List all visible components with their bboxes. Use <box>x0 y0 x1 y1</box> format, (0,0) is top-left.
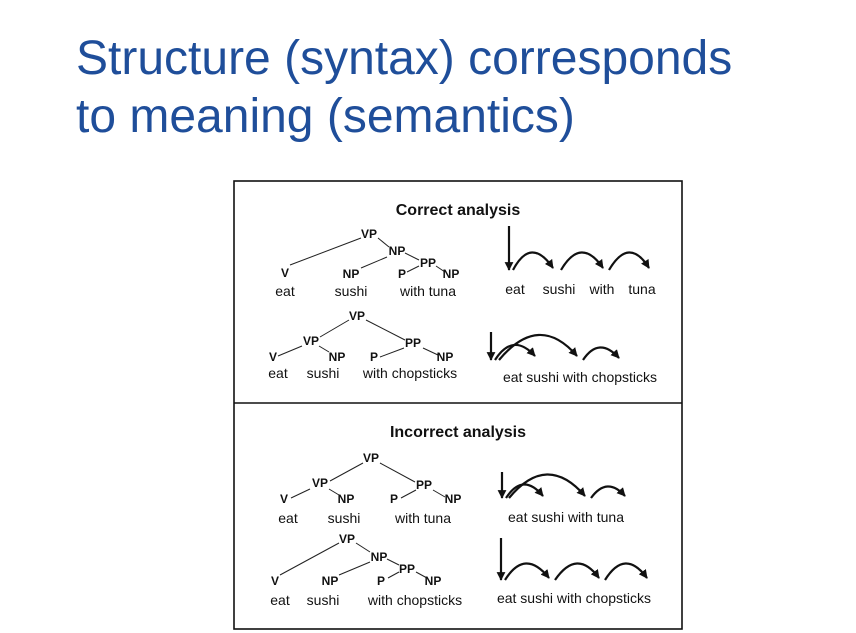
tree-word: sushi <box>328 510 361 526</box>
tree-node-label: PP <box>420 256 436 270</box>
tree-node-label: VP <box>361 227 377 241</box>
correct-analysis-heading: Correct analysis <box>396 202 521 219</box>
tree-node-label: P <box>390 492 398 506</box>
dependency-sentence: eat sushi with chopsticks <box>503 369 657 385</box>
tree-node-label: VP <box>349 309 365 323</box>
tree-node-label: V <box>269 350 277 364</box>
incorrect-analysis-heading: Incorrect analysis <box>390 424 526 441</box>
tree-node-label: VP <box>339 532 355 546</box>
tree-node-label: V <box>271 574 279 588</box>
tree-word: eat <box>270 592 290 608</box>
tree-node-label: V <box>281 266 289 280</box>
tree-node-label: NP <box>437 350 454 364</box>
tree-word: with chopsticks <box>362 365 457 381</box>
tree-node-label: NP <box>329 350 346 364</box>
tree-node-label: NP <box>425 574 442 588</box>
tree-node-label: P <box>370 350 378 364</box>
tree-word: with tuna <box>399 283 456 299</box>
tree-word: sushi <box>307 365 340 381</box>
tree-word: with chopsticks <box>367 592 462 608</box>
tree-node-label: PP <box>416 478 432 492</box>
tree-node-label: P <box>398 267 406 281</box>
tree-node-label: PP <box>405 336 421 350</box>
tree-node-label: VP <box>303 334 319 348</box>
parse-figure: Correct analysis Incorrect analysis VP N… <box>233 180 683 630</box>
tree-node-label: NP <box>389 244 406 258</box>
tree-word: sushi <box>307 592 340 608</box>
tree-word: eat <box>278 510 298 526</box>
dependency-word: eat <box>505 281 525 297</box>
tree-word: eat <box>275 283 295 299</box>
slide-title: Structure (syntax) corresponds to meanin… <box>76 30 836 146</box>
tree-word: with tuna <box>394 510 451 526</box>
tree-node-label: NP <box>338 492 355 506</box>
tree-node-label: VP <box>312 476 328 490</box>
slide-title-line-2: to meaning (semantics) <box>76 90 575 143</box>
tree-node-label: NP <box>322 574 339 588</box>
tree-word: eat <box>268 365 288 381</box>
dependency-sentence: eat sushi with chopsticks <box>497 590 651 606</box>
figure-border <box>233 180 683 630</box>
tree-word: sushi <box>335 283 368 299</box>
tree-node-label: P <box>377 574 385 588</box>
tree-node-label: PP <box>399 562 415 576</box>
slide-title-line-1: Structure (syntax) corresponds <box>76 32 733 85</box>
tree-node-label: NP <box>371 550 388 564</box>
dependency-sentence: eat sushi with tuna <box>508 509 624 525</box>
dependency-word: with <box>589 281 615 297</box>
dependency-word: tuna <box>628 281 655 297</box>
parse-figure-svg: Correct analysis Incorrect analysis VP N… <box>233 180 683 630</box>
tree-node-label: NP <box>443 267 460 281</box>
tree-node-label: V <box>280 492 288 506</box>
tree-node-label: NP <box>445 492 462 506</box>
tree-node-label: NP <box>343 267 360 281</box>
tree-node-label: VP <box>363 451 379 465</box>
dependency-word: sushi <box>543 281 576 297</box>
